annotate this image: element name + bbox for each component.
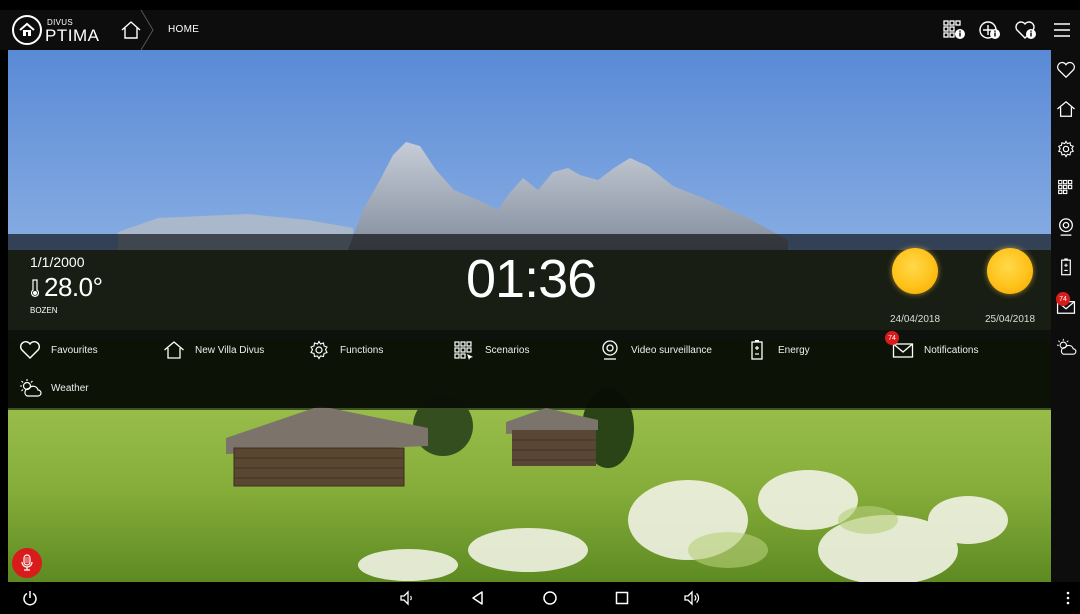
- sidebar-item-favourites[interactable]: [1051, 55, 1080, 85]
- notifications-badge: 74: [885, 331, 899, 345]
- menu-item-favourites[interactable]: Favourites: [18, 332, 98, 368]
- voice-command-button[interactable]: [12, 548, 42, 578]
- weather-icon: [1056, 338, 1076, 355]
- sidebar-item-home[interactable]: [1051, 94, 1080, 124]
- thermometer-icon: [30, 278, 40, 297]
- clock: 01:36: [466, 249, 597, 309]
- gear-icon: [307, 338, 331, 362]
- menu-item-weather[interactable]: Weather: [18, 370, 89, 406]
- sidebar-item-functions[interactable]: [1051, 134, 1080, 164]
- volume-up-icon[interactable]: [680, 586, 704, 610]
- menu-label: Functions: [340, 344, 384, 356]
- gear-icon: [1057, 140, 1074, 158]
- sidebar-item-video-surveillance[interactable]: [1051, 212, 1080, 242]
- heart-icon: [18, 338, 42, 362]
- right-sidebar: 74: [1051, 50, 1080, 582]
- sidebar-item-energy[interactable]: [1051, 252, 1080, 282]
- heart-icon: [1056, 61, 1075, 79]
- sun-icon: [892, 248, 938, 294]
- breadcrumb-separator: [140, 10, 154, 50]
- microphone-icon: [21, 554, 33, 571]
- main-menu: Favourites New Villa Divus Functions Sce…: [8, 330, 1051, 408]
- divus-optima-logo: DIVUS PTIMA: [12, 14, 115, 46]
- recent-apps-icon[interactable]: [610, 586, 634, 610]
- city-name: BOZEN: [30, 306, 58, 315]
- weather-icon: [18, 376, 42, 400]
- notifications-badge: 74: [1056, 292, 1070, 306]
- menu-icon[interactable]: [1044, 10, 1080, 50]
- power-icon[interactable]: [18, 586, 42, 610]
- logo-home-icon: [12, 15, 42, 45]
- sidebar-item-notifications[interactable]: 74: [1051, 292, 1080, 322]
- battery-icon: [1060, 258, 1071, 276]
- forecast-day-1[interactable]: 24/04/2018: [875, 244, 955, 325]
- menu-item-scenarios[interactable]: Scenarios: [452, 332, 529, 368]
- sidebar-item-weather[interactable]: [1051, 332, 1080, 362]
- envelope-icon: 74: [885, 331, 915, 362]
- home-icon: [162, 338, 186, 362]
- home-nav-icon[interactable]: [538, 586, 562, 610]
- scenarios-info-icon[interactable]: [936, 10, 972, 50]
- menu-label: Notifications: [924, 344, 979, 356]
- camera-pin-icon: [1058, 218, 1073, 236]
- sidebar-item-scenarios[interactable]: [1051, 172, 1080, 202]
- volume-down-icon[interactable]: [395, 586, 419, 610]
- menu-item-new-villa-divus[interactable]: New Villa Divus: [162, 332, 264, 368]
- sun-icon: [987, 248, 1033, 294]
- current-date: 1/1/2000: [30, 254, 85, 270]
- forecast-day-2[interactable]: 25/04/2018: [970, 244, 1050, 325]
- home-icon: [1056, 100, 1075, 117]
- breadcrumb[interactable]: HOME: [168, 24, 199, 35]
- menu-item-energy[interactable]: Energy: [745, 332, 810, 368]
- menu-label: Favourites: [51, 344, 98, 356]
- menu-item-video-surveillance[interactable]: Video surveillance: [598, 332, 712, 368]
- system-navigation-bar: [0, 582, 1080, 614]
- camera-pin-icon: [598, 338, 622, 362]
- add-info-icon[interactable]: [972, 10, 1008, 50]
- forecast-date: 25/04/2018: [984, 314, 1036, 325]
- menu-label: Weather: [51, 382, 89, 394]
- temperature-value: 28.0°: [44, 272, 103, 302]
- top-bar: DIVUS PTIMA HOME: [0, 10, 1080, 50]
- favourite-info-icon[interactable]: [1008, 10, 1044, 50]
- scenarios-icon: [452, 338, 476, 362]
- screen: DIVUS PTIMA HOME 1/1/2000 28.0° BOZEN 01…: [0, 0, 1080, 614]
- menu-label: New Villa Divus: [195, 344, 265, 356]
- menu-label: Scenarios: [485, 344, 530, 356]
- back-icon[interactable]: [466, 586, 490, 610]
- menu-label: Video surveillance: [631, 344, 712, 356]
- overflow-menu-icon[interactable]: [1056, 586, 1080, 610]
- battery-icon: [745, 338, 769, 362]
- forecast-date: 24/04/2018: [889, 314, 941, 325]
- scenarios-icon: [1057, 179, 1072, 195]
- logo-brand-big: PTIMA: [45, 26, 100, 45]
- status-panel: 1/1/2000 28.0° BOZEN 01:36 24/04/2018 25…: [8, 234, 1051, 330]
- menu-label: Energy: [778, 344, 810, 356]
- menu-item-functions[interactable]: Functions: [307, 332, 383, 368]
- menu-item-notifications[interactable]: 74 Notifications: [885, 331, 979, 368]
- top-actions: [936, 10, 1080, 50]
- temperature-readout: 28.0°: [30, 272, 103, 303]
